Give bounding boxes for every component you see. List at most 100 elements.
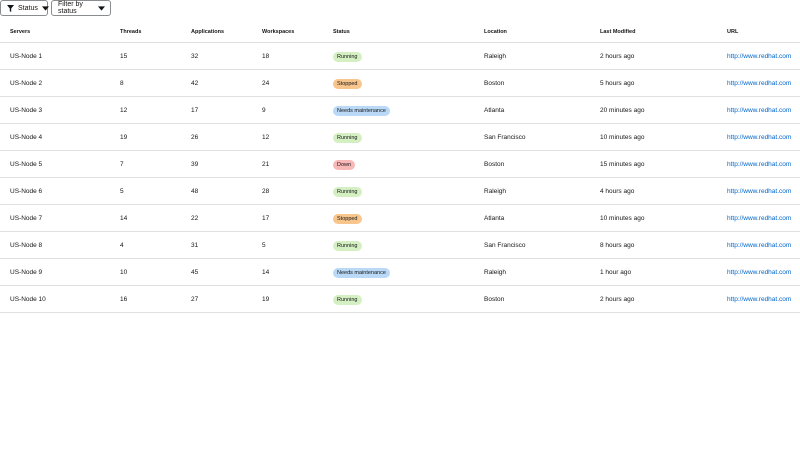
cell-applications: 45 [191, 258, 262, 286]
cell-threads: 5 [120, 177, 191, 205]
filter-icon [7, 4, 14, 12]
cell-last-modified: 20 minutes ago [600, 96, 727, 124]
cell-url: http://www.redhat.com [727, 42, 800, 70]
status-badge: Down [333, 160, 356, 170]
cell-threads: 14 [120, 204, 191, 232]
cell-threads: 7 [120, 150, 191, 178]
cell-url: http://www.redhat.com [727, 285, 800, 313]
cell-threads: 15 [120, 42, 191, 70]
toolbar: Status Filter by status [0, 0, 111, 16]
status-badge: Needs maintenance [333, 106, 390, 116]
cell-location: Boston [484, 285, 600, 313]
cell-applications: 32 [191, 42, 262, 70]
cell-last-modified: 2 hours ago [600, 42, 727, 70]
cell-last-modified: 10 minutes ago [600, 123, 727, 151]
cell-applications: 22 [191, 204, 262, 232]
cell-server: US-Node 7 [0, 204, 120, 232]
cell-location: San Francisco [484, 123, 600, 151]
cell-status: Needs maintenance [333, 96, 484, 124]
cell-location: Atlanta [484, 96, 600, 124]
cell-threads: 8 [120, 69, 191, 97]
header-last-modified: Last Modified [600, 29, 636, 35]
status-filter-dropdown[interactable]: Status [0, 0, 49, 16]
cell-last-modified: 10 minutes ago [600, 204, 727, 232]
url-link[interactable]: http://www.redhat.com [727, 161, 791, 168]
header-location: Location [484, 29, 507, 35]
cell-workspaces: 14 [262, 258, 333, 286]
cell-url: http://www.redhat.com [727, 258, 800, 286]
filter-by-status-dropdown[interactable]: Filter by status [51, 0, 111, 16]
status-badge: Needs maintenance [333, 268, 390, 278]
cell-status: Running [333, 42, 484, 70]
header-workspaces: Workspaces [262, 29, 295, 35]
cell-location: Raleigh [484, 42, 600, 70]
header-servers: Servers [10, 29, 31, 35]
url-link[interactable]: http://www.redhat.com [727, 242, 791, 249]
url-link[interactable]: http://www.redhat.com [727, 134, 791, 141]
cell-threads: 16 [120, 285, 191, 313]
status-badge: Running [333, 187, 362, 197]
status-badge: Running [333, 133, 362, 143]
cell-workspaces: 28 [262, 177, 333, 205]
cell-server: US-Node 2 [0, 69, 120, 97]
caret-down-icon [41, 5, 49, 11]
table-row: US-Node 9 10 45 14 Needs maintenance Ral… [0, 258, 800, 286]
cell-last-modified: 15 minutes ago [600, 150, 727, 178]
servers-table: Servers Threads Applications Workspaces … [0, 22, 800, 313]
cell-applications: 27 [191, 285, 262, 313]
cell-applications: 39 [191, 150, 262, 178]
cell-server: US-Node 6 [0, 177, 120, 205]
url-link[interactable]: http://www.redhat.com [727, 269, 791, 276]
cell-server: US-Node 3 [0, 96, 120, 124]
table-row: US-Node 7 14 22 17 Stopped Atlanta 10 mi… [0, 204, 800, 232]
cell-applications: 31 [191, 231, 262, 259]
table-row: US-Node 1 15 32 18 Running Raleigh 2 hou… [0, 42, 800, 70]
filter-by-status-label: Filter by status [58, 1, 83, 15]
cell-status: Needs maintenance [333, 258, 484, 286]
cell-location: Atlanta [484, 204, 600, 232]
cell-applications: 48 [191, 177, 262, 205]
cell-url: http://www.redhat.com [727, 177, 800, 205]
table-row: US-Node 5 7 39 21 Down Boston 15 minutes… [0, 150, 800, 178]
cell-location: San Francisco [484, 231, 600, 259]
cell-status: Running [333, 177, 484, 205]
table-row: US-Node 10 16 27 19 Running Boston 2 hou… [0, 285, 800, 313]
cell-workspaces: 17 [262, 204, 333, 232]
cell-url: http://www.redhat.com [727, 150, 800, 178]
cell-workspaces: 24 [262, 69, 333, 97]
cell-status: Stopped [333, 69, 484, 97]
status-badge: Stopped [333, 214, 362, 224]
header-threads: Threads [120, 29, 142, 35]
cell-threads: 10 [120, 258, 191, 286]
caret-down-icon [98, 5, 105, 11]
table-row: US-Node 8 4 31 5 Running San Francisco 8… [0, 231, 800, 259]
cell-server: US-Node 8 [0, 231, 120, 259]
cell-server: US-Node 9 [0, 258, 120, 286]
url-link[interactable]: http://www.redhat.com [727, 188, 791, 195]
header-status: Status [333, 29, 350, 35]
cell-last-modified: 5 hours ago [600, 69, 727, 97]
cell-url: http://www.redhat.com [727, 69, 800, 97]
url-link[interactable]: http://www.redhat.com [727, 53, 791, 60]
cell-status: Running [333, 285, 484, 313]
table-row: US-Node 6 5 48 28 Running Raleigh 4 hour… [0, 177, 800, 205]
cell-url: http://www.redhat.com [727, 123, 800, 151]
url-link[interactable]: http://www.redhat.com [727, 215, 791, 222]
header-url: URL [727, 29, 739, 35]
table-row: US-Node 2 8 42 24 Stopped Boston 5 hours… [0, 69, 800, 97]
cell-status: Down [333, 150, 484, 178]
url-link[interactable]: http://www.redhat.com [727, 296, 791, 303]
url-link[interactable]: http://www.redhat.com [727, 107, 791, 114]
table-row: US-Node 4 19 26 12 Running San Francisco… [0, 123, 800, 151]
cell-threads: 19 [120, 123, 191, 151]
cell-last-modified: 4 hours ago [600, 177, 727, 205]
cell-threads: 4 [120, 231, 191, 259]
cell-location: Raleigh [484, 177, 600, 205]
cell-workspaces: 9 [262, 96, 333, 124]
url-link[interactable]: http://www.redhat.com [727, 80, 791, 87]
cell-server: US-Node 5 [0, 150, 120, 178]
cell-threads: 12 [120, 96, 191, 124]
status-badge: Running [333, 241, 362, 251]
cell-applications: 42 [191, 69, 262, 97]
cell-applications: 26 [191, 123, 262, 151]
